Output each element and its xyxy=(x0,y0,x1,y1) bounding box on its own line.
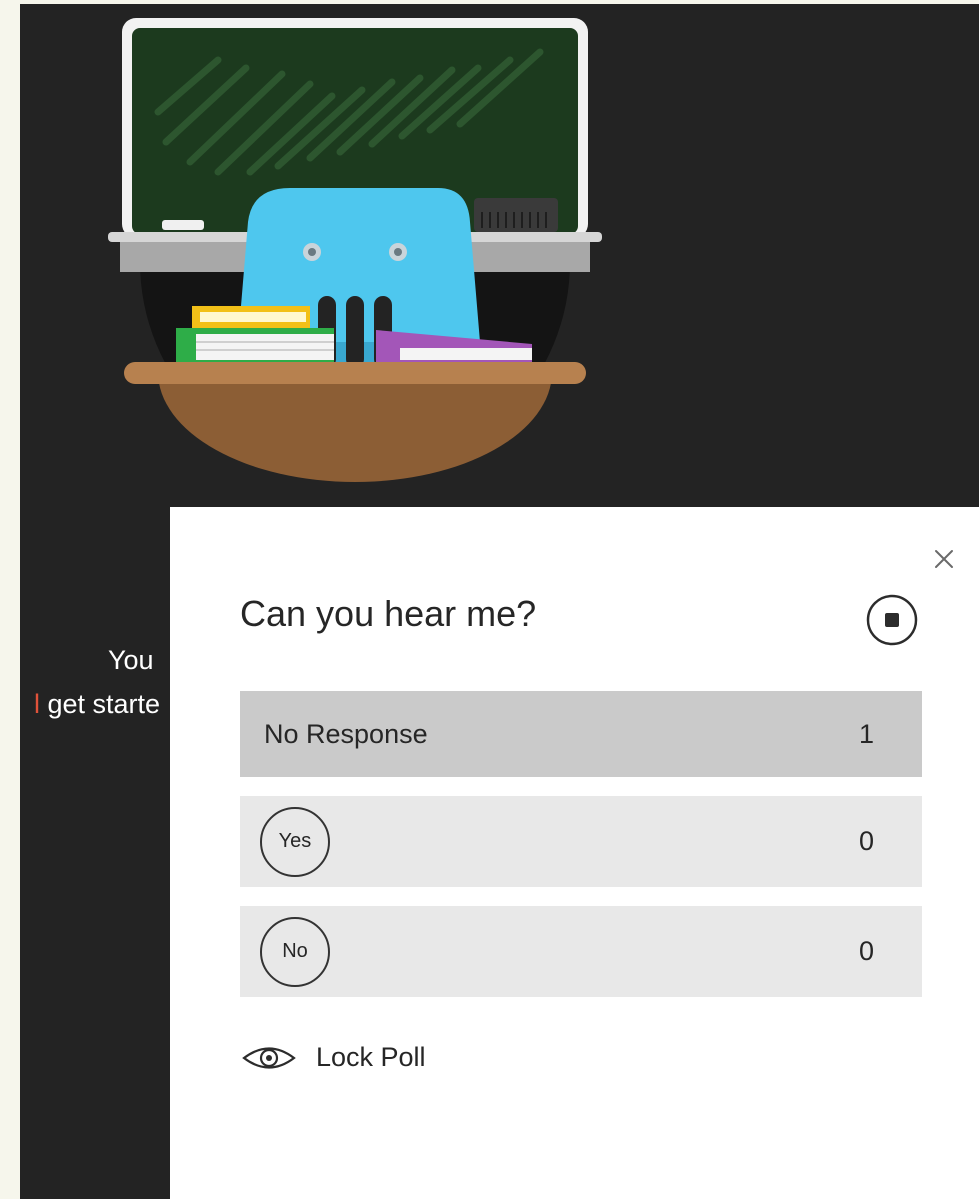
poll-question: Can you hear me? xyxy=(240,593,537,634)
poll-results-panel: Can you hear me? No Response 1 Yes 0 No … xyxy=(170,507,979,1199)
classroom-stage: You l get starte Can you hear me? No Res… xyxy=(20,4,979,1199)
background-caption-line2: l get starte xyxy=(34,689,160,720)
option-yes-count: 0 xyxy=(858,826,874,856)
background-caption-line1: You xyxy=(108,645,154,675)
no-response-row: No Response 1 xyxy=(240,691,922,777)
poll-option-yes[interactable]: Yes 0 xyxy=(240,796,922,887)
stop-poll-button[interactable] xyxy=(865,593,919,647)
background-caption-rest: get starte xyxy=(40,689,161,719)
no-response-count: 1 xyxy=(858,718,874,749)
option-no-label: No xyxy=(260,916,330,987)
no-response-label: No Response xyxy=(264,718,428,749)
eye-icon xyxy=(242,1046,296,1069)
page-edge-strip xyxy=(0,0,20,1199)
option-yes-label: Yes xyxy=(260,806,330,877)
poll-option-no[interactable]: No 0 xyxy=(240,906,922,997)
option-no-count: 0 xyxy=(858,936,874,966)
stop-poll-icon xyxy=(866,594,918,646)
lock-poll-button[interactable]: Lock Poll xyxy=(240,1042,426,1073)
close-icon xyxy=(935,550,953,568)
lock-poll-label: Lock Poll xyxy=(316,1042,426,1072)
classroom-illustration xyxy=(108,18,602,482)
close-button[interactable] xyxy=(930,545,958,573)
